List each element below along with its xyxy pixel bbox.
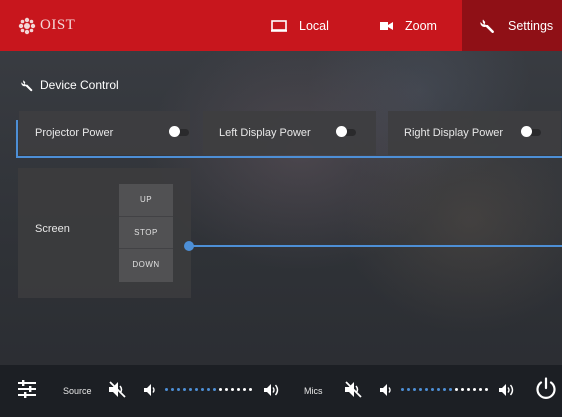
source-volume-down-button[interactable]	[144, 384, 158, 396]
volume-dot	[189, 388, 192, 391]
source-volume-slider[interactable]	[165, 388, 252, 391]
left-display-power-toggle[interactable]	[336, 126, 356, 138]
volume-dot	[413, 388, 416, 391]
screen-label: Screen	[35, 223, 70, 235]
system-power-button[interactable]	[535, 377, 557, 401]
mixer-button[interactable]	[17, 379, 37, 399]
tab-local[interactable]: Local	[271, 0, 329, 51]
top-bar: OIST Local Zoom Settings	[0, 0, 562, 51]
volume-dot	[419, 388, 422, 391]
volume-dot	[467, 388, 470, 391]
tab-settings-label: Settings	[508, 18, 554, 33]
volume-dot	[449, 388, 452, 391]
right-display-power-label: Right Display Power	[404, 127, 504, 139]
toggle-knob	[336, 126, 347, 137]
volume-dot	[225, 388, 228, 391]
section-title: Device Control	[21, 78, 119, 92]
volume-dot	[219, 388, 222, 391]
power-icon	[536, 377, 556, 399]
volume-dot	[431, 388, 434, 391]
wrench-icon	[480, 19, 494, 33]
volume-dot	[479, 388, 482, 391]
volume-dot	[407, 388, 410, 391]
projector-power-label: Projector Power	[35, 127, 114, 139]
projector-power-toggle[interactable]	[169, 126, 189, 138]
toggle-knob	[169, 126, 180, 137]
tab-settings[interactable]: Settings	[462, 0, 562, 51]
right-display-power-card: Right Display Power	[388, 111, 561, 155]
volume-dot	[455, 388, 458, 391]
connector-node	[184, 241, 194, 251]
volume-dot	[485, 388, 488, 391]
connector-line	[190, 245, 562, 247]
wrench-icon	[21, 79, 33, 91]
screen-down-button[interactable]: DOWN	[119, 248, 173, 280]
mics-mute-button[interactable]	[344, 381, 362, 398]
volume-up-icon	[264, 384, 279, 396]
volume-dot	[243, 388, 246, 391]
volume-up-icon	[499, 384, 514, 396]
volume-down-icon	[380, 384, 391, 396]
source-volume-up-button[interactable]	[264, 383, 281, 397]
screen-control-card: Screen UP STOP DOWN	[18, 168, 191, 298]
toggle-knob	[521, 126, 532, 137]
volume-dot	[461, 388, 464, 391]
volume-dot	[201, 388, 204, 391]
tab-zoom[interactable]: Zoom	[380, 0, 437, 51]
tab-local-label: Local	[299, 18, 329, 33]
projector-power-card: Projector Power	[19, 111, 190, 155]
volume-dot	[165, 388, 168, 391]
mics-label: Mics	[304, 386, 323, 396]
bottom-bar: Source Mics	[0, 365, 562, 417]
volume-dot	[213, 388, 216, 391]
mics-volume-down-button[interactable]	[380, 384, 394, 396]
volume-down-icon	[144, 384, 155, 396]
screen-up-button[interactable]: UP	[119, 184, 173, 216]
volume-dot	[443, 388, 446, 391]
source-mute-button[interactable]	[108, 381, 126, 398]
volume-dot	[207, 388, 210, 391]
volume-dot	[249, 388, 252, 391]
logo-text: OIST	[40, 17, 76, 33]
volume-dot	[237, 388, 240, 391]
volume-dot	[437, 388, 440, 391]
left-display-power-card: Left Display Power	[203, 111, 376, 155]
tab-zoom-label: Zoom	[405, 18, 437, 33]
volume-dot	[183, 388, 186, 391]
section-title-text: Device Control	[40, 78, 119, 92]
mics-volume-slider[interactable]	[401, 388, 488, 391]
connector-line	[16, 120, 18, 158]
volume-dot	[401, 388, 404, 391]
right-display-power-toggle[interactable]	[521, 126, 541, 138]
oist-logo: OIST	[18, 0, 75, 51]
mixer-icon	[18, 380, 36, 398]
mute-icon	[345, 381, 362, 398]
mics-volume-up-button[interactable]	[499, 383, 516, 397]
connector-line	[16, 156, 562, 158]
left-display-power-label: Left Display Power	[219, 127, 311, 139]
volume-dot	[425, 388, 428, 391]
oist-emblem-icon	[18, 17, 36, 34]
source-label: Source	[63, 386, 92, 396]
video-camera-icon	[380, 21, 393, 30]
volume-dot	[171, 388, 174, 391]
volume-dot	[231, 388, 234, 391]
screen-stop-button[interactable]: STOP	[119, 216, 173, 248]
screen-button-group: UP STOP DOWN	[119, 184, 173, 282]
volume-dot	[177, 388, 180, 391]
volume-dot	[195, 388, 198, 391]
mute-icon	[109, 381, 126, 398]
volume-dot	[473, 388, 476, 391]
display-icon	[271, 19, 287, 32]
